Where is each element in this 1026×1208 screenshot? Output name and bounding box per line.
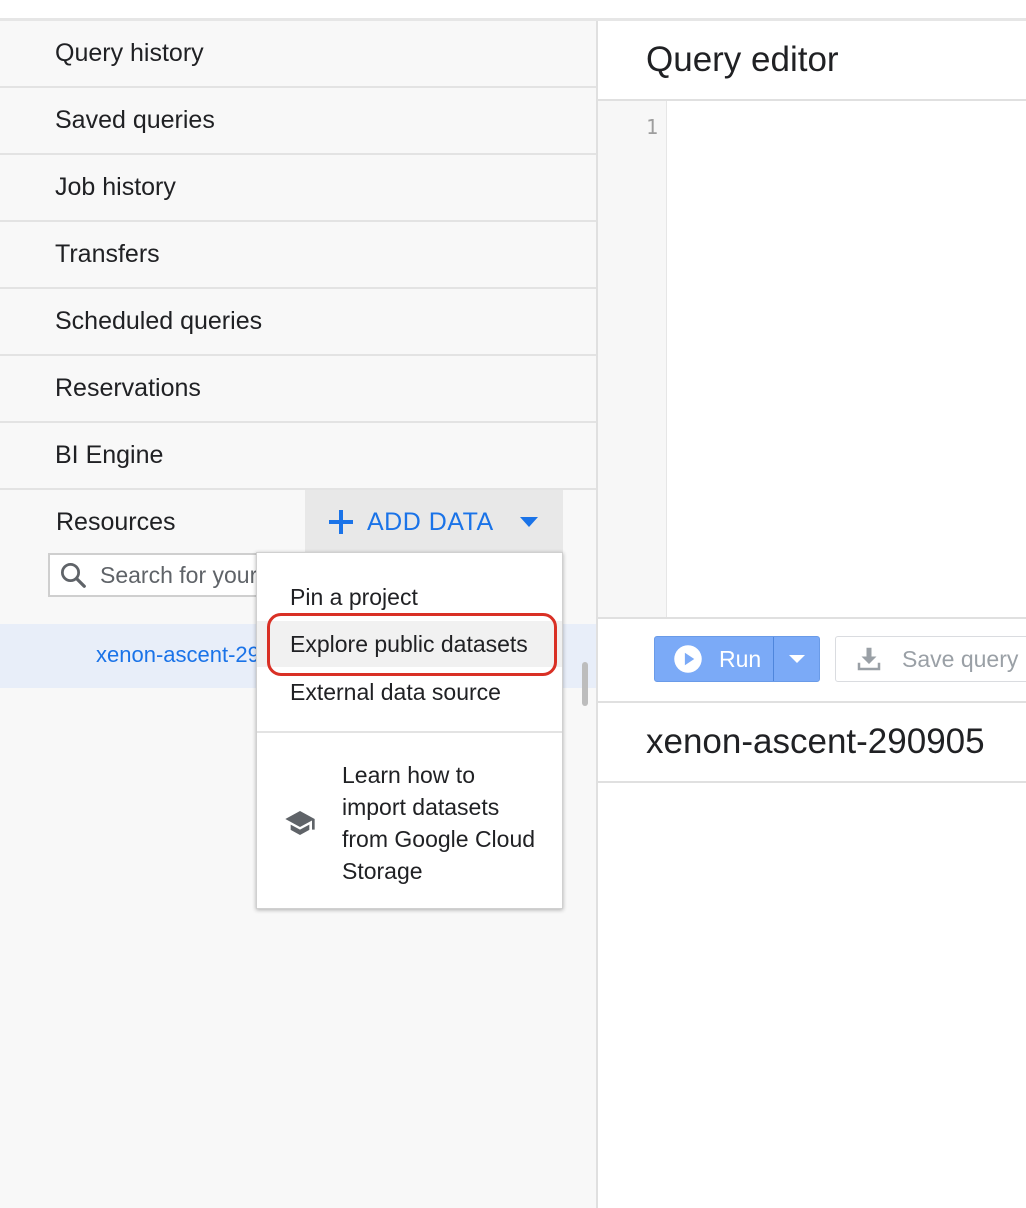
add-data-menu: Pin a project Explore public datasets Ex…: [256, 552, 563, 909]
results-title: xenon-ascent-290905: [598, 703, 1026, 783]
sidebar-scrollbar[interactable]: [582, 662, 588, 706]
menu-divider: [257, 731, 562, 733]
menu-item-learn-import[interactable]: Learn how to import datasets from Google…: [257, 759, 562, 889]
run-label: Run: [719, 645, 762, 672]
run-button[interactable]: Run: [654, 636, 820, 682]
save-query-label: Save query: [902, 645, 1019, 672]
sidebar-item-bi-engine[interactable]: BI Engine: [0, 423, 596, 490]
school-icon: [285, 811, 315, 835]
add-data-label: ADD DATA: [367, 507, 494, 536]
sidebar-item-reservations[interactable]: Reservations: [0, 356, 596, 423]
resources-header: Resources ADD DATA: [0, 490, 596, 556]
add-data-button[interactable]: ADD DATA: [305, 490, 563, 554]
line-number: 1: [645, 115, 658, 139]
learn-import-text: Learn how to import datasets from Google…: [342, 762, 536, 884]
download-icon: [857, 647, 881, 671]
bigquery-console: Query history Saved queries Job history …: [0, 0, 1026, 1208]
save-query-button[interactable]: Save query: [835, 636, 1026, 682]
sidebar-item-query-history[interactable]: Query history: [0, 21, 596, 88]
editor-title: Query editor: [598, 21, 1026, 101]
play-icon: [674, 645, 702, 673]
sidebar-item-transfers[interactable]: Transfers: [0, 222, 596, 289]
sidebar-item-scheduled-queries[interactable]: Scheduled queries: [0, 289, 596, 356]
line-gutter: 1: [598, 101, 667, 617]
menu-item-explore-public-datasets[interactable]: Explore public datasets: [257, 621, 562, 667]
editor-toolbar: Run Save query: [598, 619, 1026, 703]
sidebar-item-saved-queries[interactable]: Saved queries: [0, 88, 596, 155]
main-panel: Query editor 1 Run Save query xenon-asce…: [598, 21, 1026, 1208]
menu-item-external-data-source[interactable]: External data source: [257, 675, 562, 715]
query-editor[interactable]: 1: [598, 101, 1026, 619]
caret-down-icon: [519, 517, 538, 527]
sidebar-item-job-history[interactable]: Job history: [0, 155, 596, 222]
run-options-caret-icon[interactable]: [789, 655, 805, 663]
plus-icon: [329, 510, 353, 534]
menu-item-pin-project[interactable]: Pin a project: [257, 579, 562, 619]
top-strip: [0, 0, 1026, 21]
run-divider: [773, 637, 774, 681]
resources-label: Resources: [56, 508, 176, 536]
resource-search-box[interactable]: [48, 553, 288, 597]
search-icon: [61, 563, 86, 588]
